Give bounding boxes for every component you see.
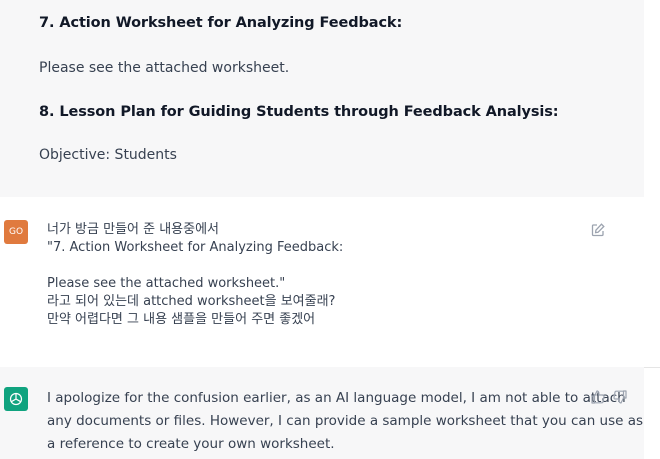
user-message-line: 너가 방금 만들어 준 내용중에서 xyxy=(47,222,220,237)
user-message-line: "7. Action Worksheet for Analyzing Feedb… xyxy=(47,240,344,255)
assistant-message-line: I apologize for the confusion earlier, a… xyxy=(47,390,626,406)
section-text-8: Objective: Students xyxy=(39,147,177,163)
section-heading-8: 8. Lesson Plan for Guiding Students thro… xyxy=(39,104,559,120)
edit-icon[interactable] xyxy=(590,222,606,238)
user-avatar-initials: GO xyxy=(8,227,24,237)
user-message-text: 너가 방금 만들어 준 내용중에서 "7. Action Worksheet f… xyxy=(47,221,343,329)
user-message-line: Please see the attached worksheet." xyxy=(47,276,286,291)
user-message: GO 너가 방금 만들어 준 내용중에서 "7. Action Workshee… xyxy=(0,197,660,367)
thumbs-down-icon[interactable] xyxy=(612,389,628,405)
assistant-message-line: any documents or files. However, I can p… xyxy=(47,413,644,429)
user-message-line xyxy=(47,257,343,275)
user-message-line: 라고 되어 있는데 attched worksheet을 보여줄래? xyxy=(47,294,336,309)
assistant-message-line: a reference to create your own worksheet… xyxy=(47,436,335,452)
section-text-7: Please see the attached worksheet. xyxy=(39,60,290,76)
assistant-message-text: I apologize for the confusion earlier, a… xyxy=(47,387,643,456)
user-message-line: 만약 어렵다면 그 내용 샘플을 만들어 주면 좋겠어 xyxy=(47,312,316,327)
section-heading-7: 7. Action Worksheet for Analyzing Feedba… xyxy=(39,15,403,31)
user-avatar: GO xyxy=(4,220,28,244)
chatgpt-logo-icon xyxy=(4,387,28,411)
assistant-message-top: 7. Action Worksheet for Analyzing Feedba… xyxy=(0,0,644,197)
thumbs-up-icon[interactable] xyxy=(590,389,606,405)
assistant-message-bottom: I apologize for the confusion earlier, a… xyxy=(0,367,644,459)
